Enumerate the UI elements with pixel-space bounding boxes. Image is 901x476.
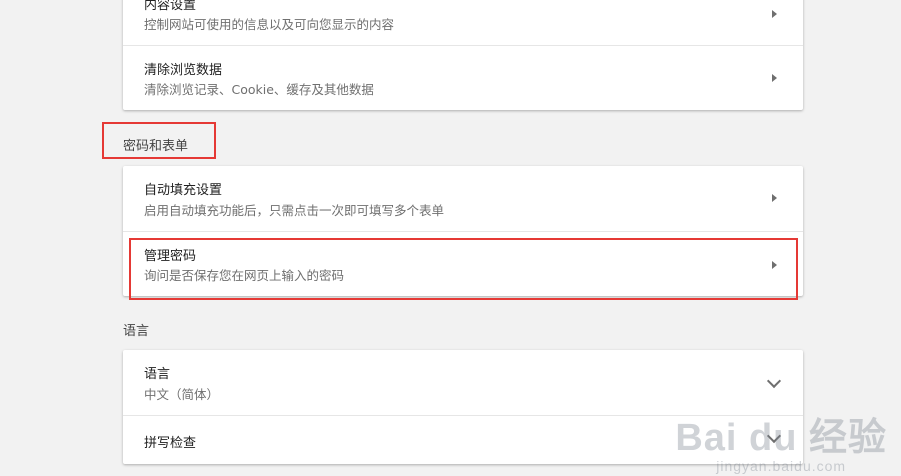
highlight-passwords-label	[102, 122, 216, 159]
content-settings-row[interactable]: 内容设置 控制网站可使用的信息以及可向您显示的内容	[123, 0, 803, 45]
autofill-settings-subtitle: 启用自动填充功能后，只需点击一次即可填写多个表单	[144, 203, 445, 218]
arrow-right-icon	[772, 194, 777, 202]
language-row[interactable]: 语言 中文（简体）	[123, 350, 803, 415]
autofill-settings-row[interactable]: 自动填充设置 启用自动填充功能后，只需点击一次即可填写多个表单	[123, 166, 803, 231]
autofill-settings-title: 自动填充设置	[144, 183, 223, 198]
language-title: 语言	[144, 367, 171, 382]
arrow-right-icon	[772, 10, 777, 18]
languages-section-label: 语言	[123, 324, 150, 339]
clear-browsing-data-title: 清除浏览数据	[144, 63, 223, 78]
clear-browsing-data-subtitle: 清除浏览记录、Cookie、缓存及其他数据	[144, 82, 374, 97]
privacy-card: 内容设置 控制网站可使用的信息以及可向您显示的内容 清除浏览数据 清除浏览记录、…	[123, 0, 803, 110]
spell-check-title: 拼写检查	[144, 436, 197, 451]
highlight-manage-passwords	[129, 238, 798, 300]
language-value: 中文（简体）	[144, 387, 220, 402]
watermark-brand: Bai du 经验	[675, 417, 887, 459]
clear-browsing-data-row[interactable]: 清除浏览数据 清除浏览记录、Cookie、缓存及其他数据	[123, 45, 803, 110]
chevron-down-icon	[766, 373, 782, 389]
arrow-right-icon	[772, 74, 777, 82]
content-settings-title: 内容设置	[144, 0, 197, 13]
content-settings-subtitle: 控制网站可使用的信息以及可向您显示的内容	[144, 17, 395, 32]
baidu-watermark: Bai du 经验 jingyan.baidu.com	[675, 418, 887, 474]
watermark-url: jingyan.baidu.com	[716, 458, 847, 474]
settings-page: 内容设置 控制网站可使用的信息以及可向您显示的内容 清除浏览数据 清除浏览记录、…	[0, 0, 901, 476]
